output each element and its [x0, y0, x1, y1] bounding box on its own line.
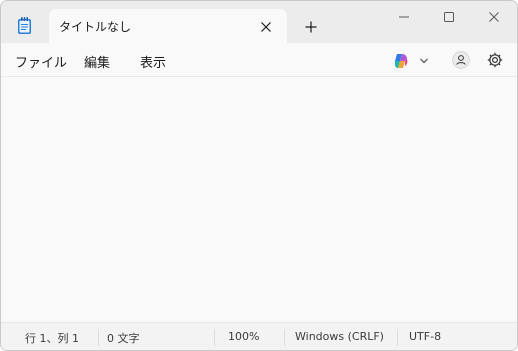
minimize-button[interactable]: [381, 1, 427, 33]
new-tab-plus-icon[interactable]: [304, 19, 318, 33]
status-divider: [98, 329, 99, 346]
menu-edit[interactable]: 編集: [84, 52, 110, 71]
tab-close-icon[interactable]: [257, 18, 275, 36]
account-icon[interactable]: [452, 51, 470, 73]
copilot-icon: [394, 54, 408, 68]
zoom-level[interactable]: 100%: [228, 330, 259, 343]
encoding[interactable]: UTF-8: [409, 330, 441, 343]
chevron-down-icon: [420, 58, 428, 64]
notepad-window: タイトルなし ファイル 編集 表示 行 1、列 1 0 文字 100% Wind…: [0, 0, 518, 351]
copilot-button[interactable]: [392, 52, 434, 70]
cursor-position: 行 1、列 1: [25, 332, 79, 345]
menu-view[interactable]: 表示: [140, 52, 166, 71]
line-ending[interactable]: Windows (CRLF): [295, 330, 384, 343]
character-count: 0 文字: [107, 332, 140, 345]
status-divider: [214, 329, 215, 346]
minimize-icon: [399, 16, 409, 18]
close-icon: [489, 12, 499, 22]
maximize-button[interactable]: [426, 1, 472, 33]
gear-icon[interactable]: [486, 51, 504, 73]
status-divider: [397, 329, 398, 346]
status-bar: 行 1、列 1 0 文字 100% Windows (CRLF) UTF-8: [1, 322, 517, 350]
title-bar: タイトルなし: [1, 1, 517, 44]
status-divider: [284, 329, 285, 346]
tab-untitled[interactable]: タイトルなし: [49, 9, 287, 44]
text-editor[interactable]: [1, 76, 517, 322]
menu-file[interactable]: ファイル: [15, 52, 67, 71]
tab-title: タイトルなし: [59, 20, 132, 34]
maximize-icon: [444, 12, 454, 22]
close-button[interactable]: [471, 1, 517, 33]
menu-bar: ファイル 編集 表示: [1, 43, 517, 76]
notepad-icon: [17, 16, 32, 35]
